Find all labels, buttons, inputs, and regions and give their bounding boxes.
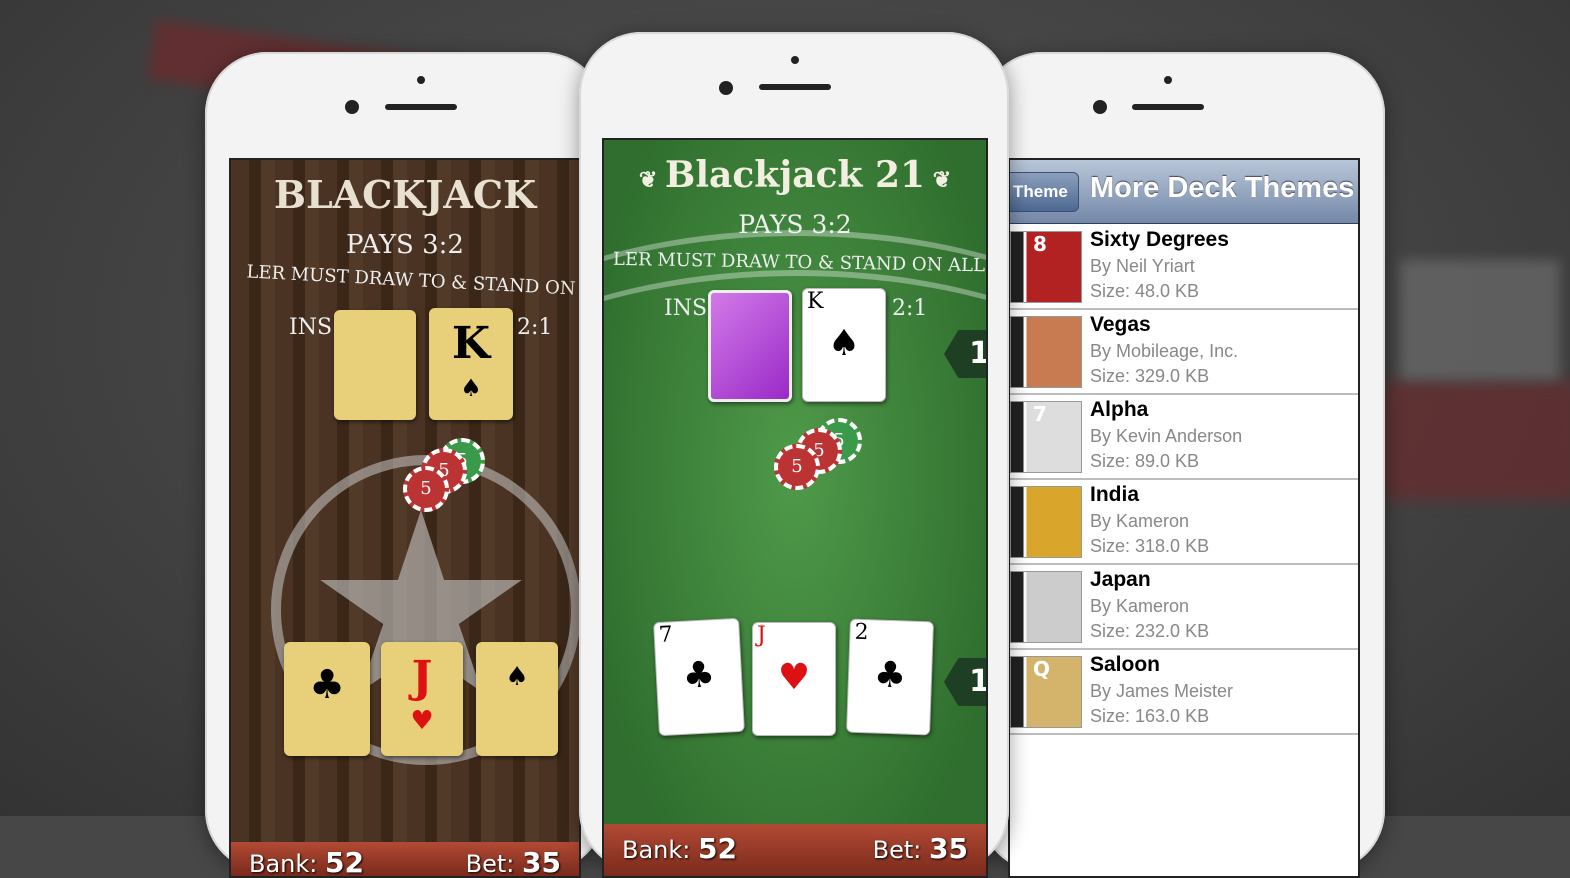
theme-row[interactable]: India By Kameron Size: 318.0 KB bbox=[1010, 480, 1358, 565]
bank-display: Bank: 52 bbox=[622, 832, 737, 865]
theme-size: Size: 318.0 KB bbox=[1090, 536, 1210, 556]
theme-name: Japan bbox=[1090, 568, 1151, 591]
camera bbox=[719, 81, 733, 95]
theme-name: Vegas bbox=[1090, 313, 1151, 336]
dealer-card: K ♠ bbox=[429, 308, 513, 420]
deck-thumbnail: 8 bbox=[1010, 231, 1082, 303]
theme-author: By Neil Yriart bbox=[1090, 256, 1195, 276]
phone-right: Theme More Deck Themes 8 Sixty Degrees B… bbox=[980, 52, 1385, 878]
insurance-right: 2:1 bbox=[892, 296, 928, 321]
theme-name: India bbox=[1090, 483, 1140, 506]
theme-author: By Kameron bbox=[1090, 511, 1190, 531]
camera bbox=[1093, 100, 1107, 114]
dealer-card: K ♠ bbox=[802, 288, 886, 402]
chip: 5 bbox=[774, 444, 820, 490]
theme-name: Alpha bbox=[1090, 398, 1149, 421]
dealer-card-face-down bbox=[708, 290, 792, 402]
theme-row[interactable]: Vegas By Mobileage, Inc. Size: 329.0 KB bbox=[1010, 310, 1358, 395]
theme-name: Sixty Degrees bbox=[1090, 228, 1229, 251]
status-bar: Bank: 52 Bet: 35 bbox=[604, 824, 986, 876]
speaker bbox=[1132, 104, 1204, 110]
insurance-right: 2:1 bbox=[517, 315, 553, 340]
bet-display: Bet: 35 bbox=[465, 846, 561, 878]
background-blur bbox=[1380, 380, 1570, 500]
sensor bbox=[417, 76, 425, 84]
player-card: ♠ bbox=[476, 642, 558, 756]
game-title: ❦ Blackjack 21 ❦ bbox=[638, 154, 952, 196]
deck-thumbnail bbox=[1010, 486, 1082, 558]
theme-name: Saloon bbox=[1090, 653, 1161, 676]
background-blur bbox=[1400, 260, 1560, 380]
theme-size: Size: 48.0 KB bbox=[1090, 281, 1200, 301]
theme-size: Size: 329.0 KB bbox=[1090, 366, 1210, 386]
theme-author: By James Meister bbox=[1090, 681, 1234, 701]
wood-table-screen: BLACKJACK PAYS 3:2 LER MUST DRAW TO & ST… bbox=[229, 158, 581, 878]
sensor bbox=[791, 56, 799, 64]
green-table-screen: ❦ Blackjack 21 ❦ PAYS 3:2 LER MUST DRAW … bbox=[602, 138, 988, 878]
chip: 5 bbox=[403, 466, 449, 512]
back-button[interactable]: Theme bbox=[1010, 172, 1079, 212]
flourish-icon: ❦ bbox=[925, 167, 952, 193]
player-card: 2 ♣ bbox=[846, 618, 934, 736]
deck-thumbnail: 7 bbox=[1010, 401, 1082, 473]
bet-display: Bet: 35 bbox=[872, 832, 968, 865]
flourish-icon: ❦ bbox=[638, 167, 665, 193]
phone-center: ❦ Blackjack 21 ❦ PAYS 3:2 LER MUST DRAW … bbox=[579, 32, 1009, 878]
theme-size: Size: 163.0 KB bbox=[1090, 706, 1210, 726]
status-bar: Bank: 52 Bet: 35 bbox=[231, 842, 579, 876]
theme-row[interactable]: Q Saloon By James Meister Size: 163.0 KB bbox=[1010, 650, 1358, 735]
theme-row[interactable]: 8 Sixty Degrees By Neil Yriart Size: 48.… bbox=[1010, 225, 1358, 310]
hand-marker: 1 bbox=[944, 658, 986, 706]
camera bbox=[345, 100, 359, 114]
themes-screen: Theme More Deck Themes 8 Sixty Degrees B… bbox=[1008, 158, 1360, 878]
rule-text: LER MUST DRAW TO & STAND ON bbox=[245, 261, 577, 300]
insurance-left: INS bbox=[289, 315, 333, 340]
dealer-card-hidden bbox=[334, 310, 416, 420]
pays-text: PAYS 3:2 bbox=[346, 230, 464, 260]
theme-row[interactable]: 7 Alpha By Kevin Anderson Size: 89.0 KB bbox=[1010, 395, 1358, 480]
player-card: ♣ bbox=[284, 642, 370, 756]
player-card: 7 ♣ bbox=[653, 617, 745, 737]
nav-bar: Theme More Deck Themes bbox=[1010, 160, 1358, 224]
theme-row[interactable]: Japan By Kameron Size: 232.0 KB bbox=[1010, 565, 1358, 650]
deck-thumbnail: Q bbox=[1010, 656, 1082, 728]
phone-left: BLACKJACK PAYS 3:2 LER MUST DRAW TO & ST… bbox=[205, 52, 605, 878]
insurance-left: INS bbox=[664, 296, 708, 321]
theme-author: By Kameron bbox=[1090, 596, 1190, 616]
bank-display: Bank: 52 bbox=[249, 846, 364, 878]
theme-size: Size: 89.0 KB bbox=[1090, 451, 1200, 471]
speaker bbox=[385, 104, 457, 110]
theme-author: By Kevin Anderson bbox=[1090, 426, 1243, 446]
deck-thumbnail bbox=[1010, 571, 1082, 643]
player-card: J ♥ bbox=[381, 642, 463, 756]
deck-thumbnail bbox=[1010, 316, 1082, 388]
theme-author: By Mobileage, Inc. bbox=[1090, 341, 1239, 361]
game-title: BLACKJACK bbox=[273, 172, 537, 217]
theme-size: Size: 232.0 KB bbox=[1090, 621, 1210, 641]
page-title: More Deck Themes bbox=[1090, 172, 1355, 204]
sensor bbox=[1164, 76, 1172, 84]
speaker bbox=[759, 84, 831, 90]
player-card: J ♥ bbox=[752, 622, 836, 736]
